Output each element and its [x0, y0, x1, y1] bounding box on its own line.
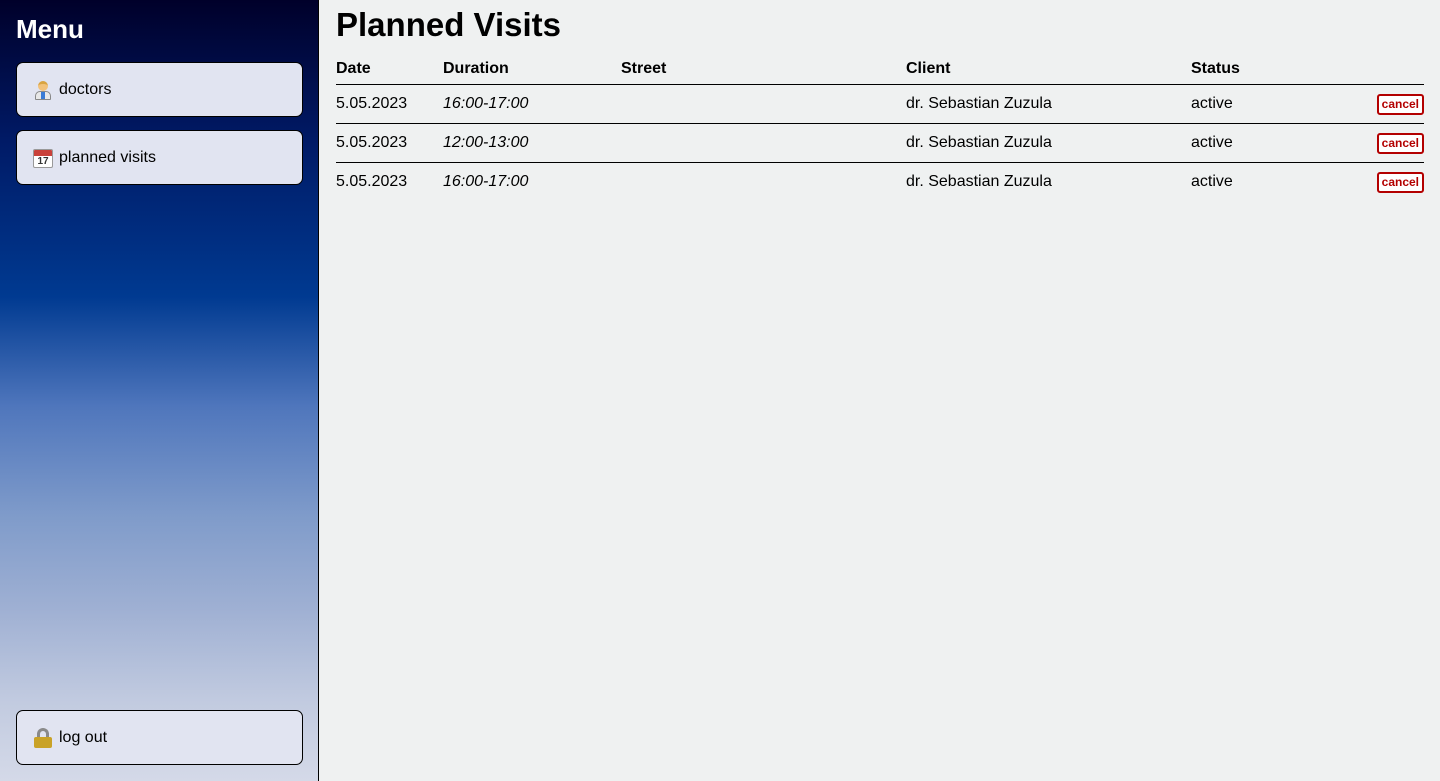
header-duration: Duration [443, 53, 621, 85]
cell-client: dr. Sebastian Zuzula [906, 173, 1052, 190]
cell-action: cancel [1341, 123, 1424, 163]
cancel-button[interactable]: cancel [1376, 132, 1424, 154]
cell-street [621, 163, 906, 202]
planned-visits-button[interactable]: 17 planned visits [16, 130, 303, 185]
calendar-icon: 17 [32, 147, 54, 169]
main-content: Planned Visits Date Duration Street Clie… [320, 0, 1440, 781]
cell-duration: 16:00-17:00 [443, 84, 621, 124]
cell-street [621, 123, 906, 163]
table-header-row: Date Duration Street Client Status [336, 53, 1424, 85]
cell-date: 5.05.2023 [336, 123, 443, 163]
cancel-button[interactable]: cancel [1376, 171, 1424, 193]
cell-status: active [1191, 84, 1341, 124]
cell-client: dr. Sebastian Zuzula [906, 84, 1191, 124]
visits-table: Date Duration Street Client Status 5.05.… [336, 53, 1424, 201]
header-date: Date [336, 53, 443, 85]
doctors-button-label: doctors [59, 80, 112, 98]
logout-button[interactable]: log out [16, 710, 303, 765]
table-row: 5.05.2023 16:00-17:00 dr. Sebastian Zuzu… [336, 84, 1424, 124]
sidebar-title: Menu [16, 14, 84, 44]
sidebar: Menu doctors 17 planned visits log out [0, 0, 319, 781]
header-street: Street [621, 53, 906, 85]
cell-duration: 16:00-17:00 [443, 173, 529, 190]
header-status: Status [1191, 53, 1341, 85]
table-row: 5.05.2023 16:00-17:00 dr. Sebastian Zuzu… [336, 163, 1424, 202]
doctor-icon [32, 79, 54, 101]
cell-street [621, 84, 906, 124]
header-action [1341, 53, 1424, 85]
logout-button-label: log out [59, 728, 108, 746]
cancel-button[interactable]: cancel [1376, 93, 1424, 115]
header-client: Client [906, 53, 1191, 85]
lock-icon [32, 727, 54, 749]
cell-status: active [1191, 173, 1233, 190]
cell-status: active [1191, 123, 1341, 163]
planned-visits-button-label: planned visits [59, 148, 156, 166]
doctors-button[interactable]: doctors [16, 62, 303, 117]
cell-duration: 12:00-13:00 [443, 123, 621, 163]
page-title: Planned Visits [336, 6, 561, 43]
cell-action: cancel [1341, 163, 1424, 202]
cell-action: cancel [1341, 84, 1424, 124]
cell-client: dr. Sebastian Zuzula [906, 123, 1191, 163]
cell-date: 5.05.2023 [336, 173, 408, 190]
table-row: 5.05.2023 12:00-13:00 dr. Sebastian Zuzu… [336, 123, 1424, 163]
cell-date: 5.05.2023 [336, 84, 443, 124]
